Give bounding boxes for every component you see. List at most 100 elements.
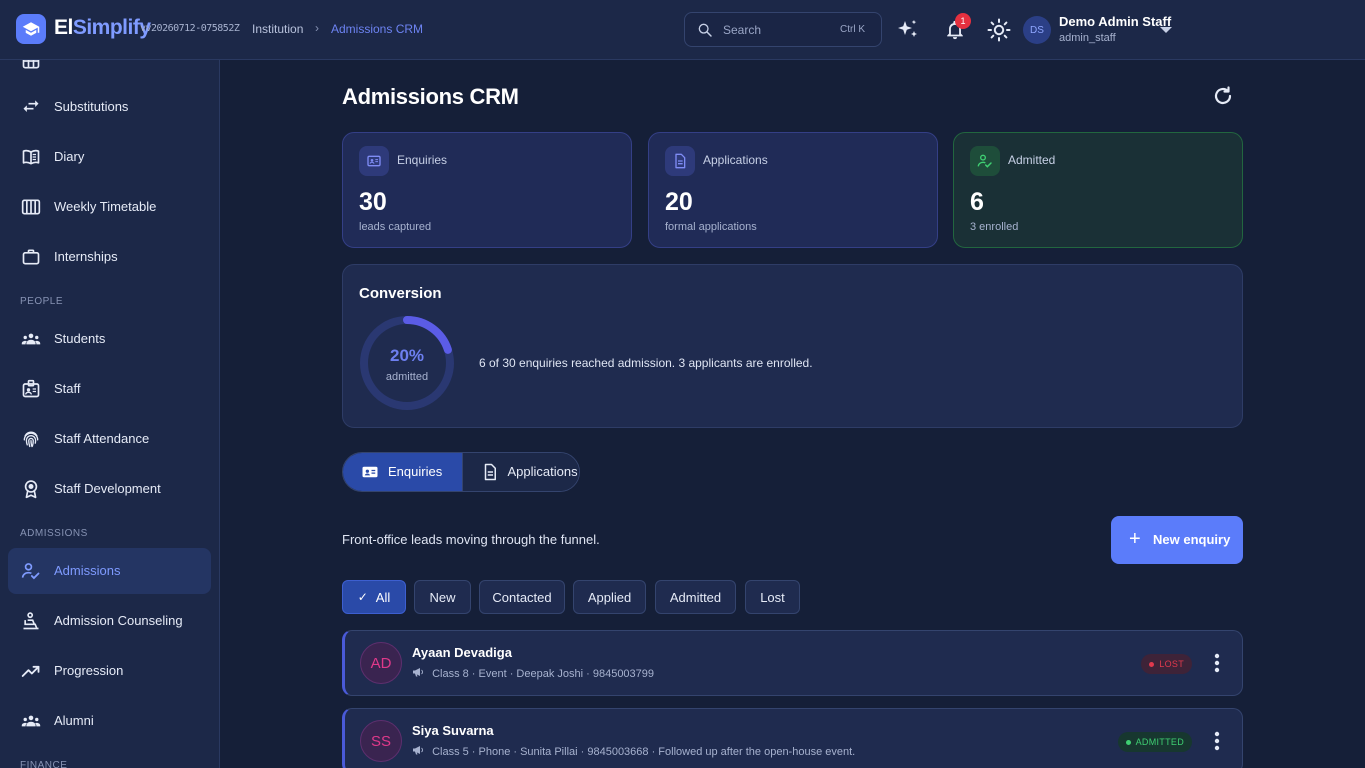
document-icon <box>665 146 695 176</box>
sidebar-item-label: Diary <box>54 149 85 164</box>
list-item[interactable]: SS Siya Suvarna Class 5 · Phone · Sunita… <box>342 708 1243 768</box>
new-enquiry-button[interactable]: + New enquiry <box>1111 516 1243 564</box>
tab-label: Applications <box>507 464 578 479</box>
how-to-reg-icon <box>21 561 41 581</box>
chair-icon <box>21 611 41 631</box>
sidebar-item-internships[interactable]: Internships <box>8 234 211 280</box>
breadcrumb-current: Admissions CRM <box>331 22 424 36</box>
user-name[interactable]: Demo Admin Staff <box>1059 14 1171 29</box>
user-role: admin_staff <box>1059 32 1116 44</box>
breadcrumb-institution[interactable]: Institution <box>252 22 303 36</box>
stat-value: 20 <box>665 188 693 216</box>
app-version: vv20260712-075852Z <box>140 23 240 34</box>
tab-enquiries[interactable]: Enquiries <box>343 453 462 491</box>
sidebar-item-progression[interactable]: Progression <box>8 648 211 694</box>
lead-meta: Class 5 · Phone · Sunita Pillai · 984500… <box>412 745 855 758</box>
stat-subtext: leads captured <box>359 221 432 233</box>
sidebar-item-students[interactable]: Students <box>8 316 211 362</box>
sidebar-item-alumni[interactable]: Alumni <box>8 698 211 744</box>
book-icon <box>21 147 41 167</box>
groups-icon <box>21 329 41 349</box>
avatar: AD <box>360 642 402 684</box>
sidebar-item-diary[interactable]: Diary <box>8 134 211 180</box>
tab-applications[interactable]: Applications <box>461 453 579 491</box>
filter-chip-all[interactable]: ✓ All <box>342 580 406 614</box>
sidebar-item-weekly-timetable[interactable]: Weekly Timetable <box>8 184 211 230</box>
search-placeholder: Search <box>723 23 762 37</box>
how-to-reg-icon <box>970 146 1000 176</box>
sidebar-section-people: PEOPLE <box>20 296 64 307</box>
lead-name: Ayaan Devadiga <box>412 645 512 660</box>
stat-subtext: formal applications <box>665 221 757 233</box>
sidebar-item-admissions[interactable]: Admissions <box>8 548 211 594</box>
conversion-card: Conversion 20% admitted 6 of 30 enquirie… <box>342 264 1243 428</box>
filter-chip-admitted[interactable]: Admitted <box>655 580 736 614</box>
trending-up-icon <box>21 661 41 681</box>
filter-chip-contacted[interactable]: Contacted <box>479 580 565 614</box>
groups-icon <box>21 711 41 731</box>
filter-chip-lost[interactable]: Lost <box>745 580 800 614</box>
sparkle-icon[interactable] <box>896 18 920 42</box>
status-badge: ADMITTED <box>1117 732 1192 752</box>
swap-icon <box>21 97 41 117</box>
plus-icon: + <box>1129 528 1141 550</box>
lead-meta: Class 8 · Event · Deepak Joshi · 9845003… <box>412 667 654 680</box>
tab-group: Enquiries Applications <box>342 452 580 492</box>
document-icon <box>481 463 499 481</box>
status-badge: LOST <box>1141 654 1192 674</box>
more-vert-icon[interactable] <box>1214 653 1220 673</box>
sidebar-item-label: Internships <box>54 249 118 264</box>
avatar: SS <box>360 720 402 762</box>
sidebar-item-staff-attendance[interactable]: Staff Attendance <box>8 416 211 462</box>
theme-sun-icon[interactable] <box>987 18 1011 42</box>
megaphone-icon <box>412 746 427 758</box>
stat-card-admitted: Admitted 6 3 enrolled <box>953 132 1243 248</box>
notification-count-badge: 1 <box>955 13 971 29</box>
search-box[interactable]: Search Ctrl K <box>684 12 882 47</box>
search-icon <box>697 22 713 43</box>
sidebar-item-staff-development[interactable]: Staff Development <box>8 466 211 512</box>
chevron-down-icon[interactable] <box>1160 27 1172 33</box>
conversion-summary: 6 of 30 enquiries reached admission. 3 a… <box>479 356 813 370</box>
button-label: New enquiry <box>1153 532 1231 547</box>
sidebar-item-label: Admissions <box>54 563 121 578</box>
sidebar-item-label: Alumni <box>54 713 94 728</box>
stat-label: Admitted <box>1008 153 1056 167</box>
sidebar-item-label: Staff <box>54 381 81 396</box>
stat-value: 30 <box>359 188 387 216</box>
megaphone-icon <box>412 668 427 680</box>
stat-subtext: 3 enrolled <box>970 221 1019 233</box>
briefcase-icon <box>21 247 41 267</box>
timetable-icon <box>21 197 41 217</box>
filter-chip-new[interactable]: New <box>414 580 471 614</box>
chevron-right-icon: › <box>315 21 319 35</box>
conversion-percent-label: admitted <box>385 371 429 383</box>
sidebar-item-label: Progression <box>54 663 124 678</box>
refresh-icon[interactable] <box>1211 84 1235 108</box>
sidebar-item-admission-counseling[interactable]: Admission Counseling <box>8 598 211 644</box>
sidebar-section-admissions: ADMISSIONS <box>20 528 88 539</box>
filter-chip-applied[interactable]: Applied <box>573 580 646 614</box>
sidebar-item-label: Staff Attendance <box>54 431 150 446</box>
search-shortcut: Ctrl K <box>840 24 865 35</box>
sidebar: Substitutions Diary Weekly Timetable Int… <box>0 60 220 768</box>
contact-card-icon <box>361 463 379 481</box>
stat-card-enquiries: Enquiries 30 leads captured <box>342 132 632 248</box>
grid-icon <box>21 60 41 71</box>
list-item[interactable]: AD Ayaan Devadiga Class 8 · Event · Deep… <box>342 630 1243 696</box>
more-vert-icon[interactable] <box>1214 731 1220 751</box>
sidebar-item-label: Staff Development <box>54 481 161 496</box>
lead-name: Siya Suvarna <box>412 723 494 738</box>
stat-value: 6 <box>970 188 984 216</box>
sidebar-item-label: Admission Counseling <box>54 613 183 628</box>
sidebar-item-partial[interactable] <box>8 60 211 84</box>
contact-card-icon <box>359 146 389 176</box>
graduation-cap-icon[interactable] <box>16 14 46 44</box>
user-avatar[interactable]: DS <box>1023 16 1051 44</box>
sidebar-item-staff[interactable]: Staff <box>8 366 211 412</box>
tab-label: Enquiries <box>388 464 443 479</box>
stat-label: Enquiries <box>397 153 448 167</box>
conversion-percent: 20% <box>389 346 425 365</box>
app-brand[interactable]: ElSimplify <box>54 16 151 40</box>
sidebar-item-substitutions[interactable]: Substitutions <box>8 84 211 130</box>
